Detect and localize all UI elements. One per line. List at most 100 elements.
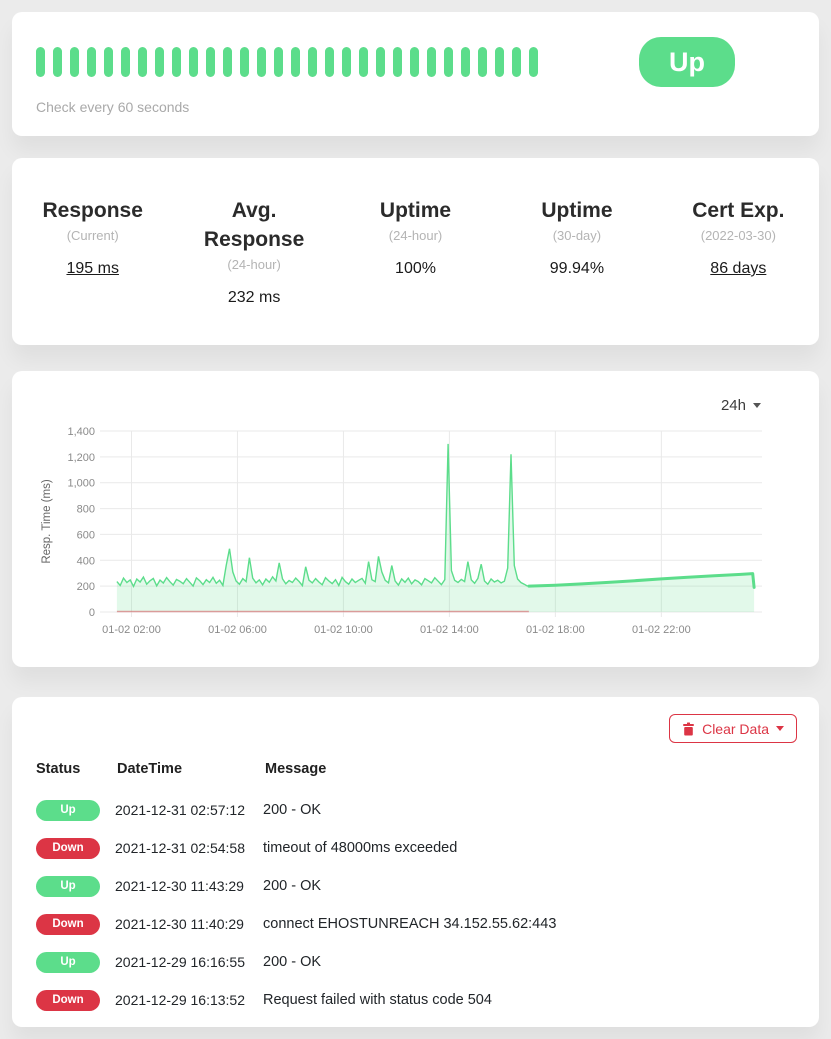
stats-card: Response (Current) 195 msAvg. Response(24-… <box>12 158 819 345</box>
stat-label: Uptime <box>360 196 472 225</box>
heartbeat-bar <box>291 47 300 77</box>
svg-text:01-02 22:00: 01-02 22:00 <box>632 624 691 636</box>
event-datetime: 2021-12-30 11:43:29 <box>115 878 263 894</box>
heartbeat-bar <box>155 47 164 77</box>
heartbeat-bar <box>138 47 147 77</box>
table-row: Down2021-12-31 02:54:58timeout of 48000m… <box>34 829 797 867</box>
heartbeat-bar <box>325 47 334 77</box>
status-badge: Down <box>36 914 100 935</box>
svg-text:01-02 14:00: 01-02 14:00 <box>420 624 479 636</box>
chart-period-select[interactable]: 24h <box>721 397 761 414</box>
heartbeat-bar <box>206 47 215 77</box>
stat-column: Cert Exp. (2022-03-30) 86 days <box>658 196 819 307</box>
svg-text:1,400: 1,400 <box>67 426 95 438</box>
stat-value: 100% <box>335 260 496 278</box>
svg-text:800: 800 <box>77 504 95 516</box>
svg-text:Resp. Time (ms): Resp. Time (ms) <box>41 479 53 564</box>
heartbeat-bar <box>308 47 317 77</box>
svg-text:01-02 18:00: 01-02 18:00 <box>526 624 585 636</box>
heartbeat-bar <box>410 47 419 77</box>
status-badge: Down <box>36 990 100 1011</box>
heartbeat-bar <box>257 47 266 77</box>
heartbeat-bar <box>495 47 504 77</box>
heartbeat-bar <box>444 47 453 77</box>
event-datetime: 2021-12-30 11:40:29 <box>115 916 263 932</box>
heartbeat-bar <box>427 47 436 77</box>
stat-sublabel: (30-day) <box>496 228 657 243</box>
event-message: 200 - OK <box>263 954 797 970</box>
monitor-status-badge: Up <box>639 37 735 87</box>
heartbeat-bar <box>478 47 487 77</box>
event-message: connect EHOSTUNREACH 34.152.55.62:443 <box>263 916 797 932</box>
stat-value[interactable]: 86 days <box>658 260 819 278</box>
stat-sublabel: (24-hour) <box>335 228 496 243</box>
events-rows: Up2021-12-31 02:57:12200 - OKDown2021-12… <box>34 791 797 1019</box>
heartbeat-bar <box>70 47 79 77</box>
stat-value: 99.94% <box>496 260 657 278</box>
table-row: Up 2021-12-30 11:43:29200 - OK <box>34 867 797 905</box>
response-time-chart: 0 200 400 600 800 1,000 1,200 1,400 01-02 02:00 0… <box>12 415 819 661</box>
heartbeat-bar <box>274 47 283 77</box>
svg-text:01-02 02:00: 01-02 02:00 <box>102 624 161 636</box>
heartbeat-bar <box>393 47 402 77</box>
status-badge: Up <box>36 876 100 897</box>
svg-text:01-02 06:00: 01-02 06:00 <box>208 624 267 636</box>
svg-text:200: 200 <box>77 581 95 593</box>
event-datetime: 2021-12-29 16:16:55 <box>115 954 263 970</box>
stat-sublabel: (Current) <box>12 228 173 243</box>
heartbeat-bar <box>376 47 385 77</box>
table-row: Down 2021-12-30 11:40:29connect EHOSTUNRE… <box>34 905 797 943</box>
events-table-header: Status DateTime Message <box>34 755 797 783</box>
chart-period-value: 24h <box>721 397 746 414</box>
stat-sublabel: (2022-03-30) <box>658 228 819 243</box>
stat-value[interactable]: 195 ms <box>12 260 173 278</box>
svg-text:400: 400 <box>77 555 95 567</box>
svg-text:600: 600 <box>77 529 95 541</box>
heartbeat-bar <box>121 47 130 77</box>
event-message: 200 - OK <box>263 878 797 894</box>
heartbeat-bar <box>461 47 470 77</box>
stats-row: Response (Current) 195 msAvg. Response(24-… <box>12 196 819 307</box>
event-message: Request failed with status code 504 <box>263 992 797 1008</box>
status-badge: Up <box>36 952 100 973</box>
heartbeat-row: Up <box>36 37 795 87</box>
stat-sublabel: (24-hour) <box>173 257 334 272</box>
clear-data-label: Clear Data <box>702 721 769 737</box>
chart-card: 24h 0 200 400 600 800 1,000 1,200 1,400 01-02 02… <box>12 371 819 667</box>
event-datetime: 2021-12-29 16:13:52 <box>115 992 263 1008</box>
event-datetime: 2021-12-31 02:54:58 <box>115 840 263 856</box>
stat-column: Avg. Response(24-hour)232 ms <box>173 196 334 307</box>
heartbeat-bar <box>359 47 368 77</box>
heartbeat-bar <box>342 47 351 77</box>
chevron-down-icon <box>753 403 761 408</box>
heartbeat-bar <box>36 47 45 77</box>
svg-text:0: 0 <box>89 607 95 619</box>
heartbeat-bar <box>172 47 181 77</box>
heartbeat-bar <box>223 47 232 77</box>
svg-text:1,000: 1,000 <box>67 478 95 490</box>
svg-text:1,200: 1,200 <box>67 452 95 464</box>
events-card: Clear Data Status DateTime Message Up 202… <box>12 697 819 1027</box>
stat-label: Cert Exp. <box>682 196 794 225</box>
heartbeat-bar <box>87 47 96 77</box>
table-row: Up 2021-12-29 16:16:55200 - OK <box>34 943 797 981</box>
stat-label: Uptime <box>521 196 633 225</box>
event-message: 200 - OK <box>263 802 797 818</box>
heartbeat-strip <box>36 47 538 77</box>
heartbeat-bar <box>529 47 538 77</box>
column-header-datetime: DateTime <box>117 761 265 777</box>
heartbeat-bar <box>512 47 521 77</box>
heartbeat-card: Up Check every 60 seconds <box>12 12 819 136</box>
table-row: Down 2021-12-29 16:13:52Request failed wi… <box>34 981 797 1019</box>
heartbeat-bar <box>240 47 249 77</box>
stat-column: Uptime (30-day) 99.94% <box>496 196 657 307</box>
heartbeat-bar <box>189 47 198 77</box>
chevron-down-icon <box>776 726 784 731</box>
heartbeat-bar <box>104 47 113 77</box>
events-table: Status DateTime Message Up 2021-12-31 02:… <box>34 755 797 1019</box>
stat-label: Response <box>37 196 149 225</box>
monitor-page: Up Check every 60 seconds Response (Curre… <box>0 0 831 1039</box>
event-datetime: 2021-12-31 02:57:12 <box>115 802 263 818</box>
clear-data-button[interactable]: Clear Data <box>669 714 797 743</box>
stat-column: Response (Current) 195 ms <box>12 196 173 307</box>
